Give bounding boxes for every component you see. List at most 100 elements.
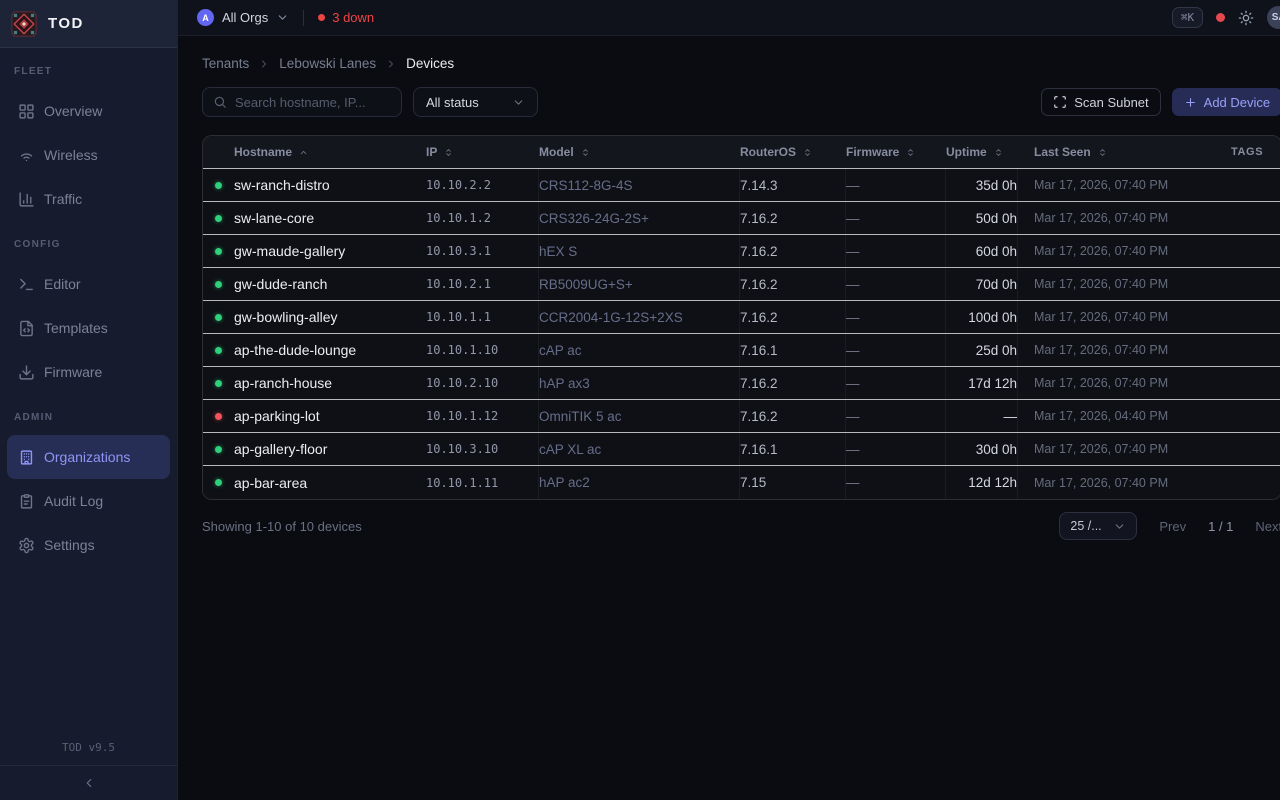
device-tags (1231, 334, 1280, 366)
app-logo-icon (11, 11, 37, 37)
status-dot (215, 446, 222, 453)
status-dot (215, 479, 222, 486)
next-page-button[interactable]: Next (1255, 519, 1280, 534)
sidebar-item-editor[interactable]: Editor (7, 262, 170, 306)
breadcrumb-current-page: Devices (406, 56, 454, 71)
device-model: CRS112-8G-4S (539, 169, 740, 201)
device-routeros: 7.14.3 (740, 169, 846, 201)
device-last-seen: Mar 17, 2026, 07:40 PM (1018, 268, 1231, 300)
column-firmware[interactable]: Firmware (846, 136, 946, 168)
breadcrumb: Tenants Lebowski Lanes Devices (202, 56, 1280, 71)
device-ip: 10.10.2.10 (426, 367, 539, 399)
org-selector[interactable]: A All Orgs (197, 9, 289, 26)
plus-icon (1184, 96, 1197, 109)
status-dot (215, 413, 222, 420)
device-firmware: — (846, 466, 946, 499)
results-summary: Showing 1-10 of 10 devices (202, 519, 362, 534)
down-alert: 3 down (318, 10, 374, 25)
sidebar-item-overview[interactable]: Overview (7, 89, 170, 133)
scan-icon (1053, 95, 1067, 109)
table-footer: Showing 1-10 of 10 devices 25 /... Prev … (202, 512, 1280, 540)
device-firmware: — (846, 268, 946, 300)
device-uptime: 12d 12h (946, 466, 1018, 499)
search-input[interactable] (235, 95, 391, 110)
device-routeros: 7.16.2 (740, 235, 846, 267)
sidebar-item-audit-log[interactable]: Audit Log (7, 479, 170, 523)
scan-subnet-label: Scan Subnet (1074, 95, 1148, 110)
table-row[interactable]: ap-ranch-house 10.10.2.10 hAP ax3 7.16.2… (203, 367, 1280, 400)
down-alert-label: 3 down (332, 10, 374, 25)
device-routeros: 7.15 (740, 466, 846, 499)
table-row[interactable]: gw-bowling-alley 10.10.1.1 CCR2004-1G-12… (203, 301, 1280, 334)
status-dot (215, 347, 222, 354)
column-routeros[interactable]: RouterOS (740, 136, 846, 168)
prev-page-button[interactable]: Prev (1159, 519, 1186, 534)
page-indicator: 1 / 1 (1208, 519, 1233, 534)
table-row[interactable]: gw-maude-gallery 10.10.3.1 hEX S 7.16.2 … (203, 235, 1280, 268)
column-ip[interactable]: IP (426, 136, 539, 168)
device-firmware: — (846, 235, 946, 267)
table-row[interactable]: ap-parking-lot 10.10.1.12 OmniTIK 5 ac 7… (203, 400, 1280, 433)
table-row[interactable]: sw-lane-core 10.10.1.2 CRS326-24G-2S+ 7.… (203, 202, 1280, 235)
device-tags (1231, 400, 1280, 432)
table-row[interactable]: ap-gallery-floor 10.10.3.10 cAP XL ac 7.… (203, 433, 1280, 466)
sidebar-item-traffic[interactable]: Traffic (7, 177, 170, 221)
device-model: OmniTIK 5 ac (539, 400, 740, 432)
nav-section-label-config: CONFIG (0, 239, 177, 250)
device-tags (1231, 433, 1280, 465)
table-row[interactable]: sw-ranch-distro 10.10.2.2 CRS112-8G-4S 7… (203, 169, 1280, 202)
table-row[interactable]: gw-dude-ranch 10.10.2.1 RB5009UG+S+ 7.16… (203, 268, 1280, 301)
wifi-icon (18, 147, 35, 164)
sort-both-icon (1097, 147, 1108, 158)
device-uptime: 25d 0h (946, 334, 1018, 366)
status-dot (215, 281, 222, 288)
sidebar-item-templates[interactable]: Templates (7, 306, 170, 350)
breadcrumb-tenant-name[interactable]: Lebowski Lanes (279, 56, 376, 71)
page-size-select[interactable]: 25 /... (1059, 512, 1137, 540)
add-device-button[interactable]: Add Device (1172, 88, 1280, 116)
device-model: cAP XL ac (539, 433, 740, 465)
device-last-seen: Mar 17, 2026, 07:40 PM (1018, 433, 1231, 465)
scan-subnet-button[interactable]: Scan Subnet (1041, 88, 1160, 116)
theme-toggle-button[interactable] (1238, 10, 1254, 26)
user-avatar[interactable]: SA (1267, 6, 1280, 29)
sort-both-icon (443, 147, 454, 158)
sidebar-item-firmware[interactable]: Firmware (7, 350, 170, 394)
column-hostname[interactable]: Hostname (234, 136, 426, 168)
sort-both-icon (580, 147, 591, 158)
sidebar-item-label: Audit Log (44, 493, 103, 509)
status-dot (215, 380, 222, 387)
sidebar-item-label: Overview (44, 103, 102, 119)
sidebar-item-organizations[interactable]: Organizations (7, 435, 170, 479)
sidebar-item-wireless[interactable]: Wireless (7, 133, 170, 177)
status-filter-select[interactable]: All status (413, 87, 538, 117)
sidebar-item-settings[interactable]: Settings (7, 523, 170, 567)
sidebar-collapse-button[interactable] (0, 765, 177, 800)
device-ip: 10.10.3.10 (426, 433, 539, 465)
org-avatar: A (197, 9, 214, 26)
brand[interactable]: TOD (0, 0, 177, 48)
device-hostname: ap-the-dude-lounge (234, 334, 426, 366)
device-ip: 10.10.2.2 (426, 169, 539, 201)
device-firmware: — (846, 367, 946, 399)
device-uptime: 35d 0h (946, 169, 1018, 201)
table-row[interactable]: ap-bar-area 10.10.1.11 hAP ac2 7.15 — 12… (203, 466, 1280, 499)
column-model[interactable]: Model (539, 136, 740, 168)
device-routeros: 7.16.2 (740, 268, 846, 300)
add-device-label: Add Device (1204, 95, 1270, 110)
building-icon (18, 449, 35, 466)
column-uptime[interactable]: Uptime (946, 136, 1018, 168)
breadcrumb-tenants[interactable]: Tenants (202, 56, 249, 71)
device-last-seen: Mar 17, 2026, 07:40 PM (1018, 235, 1231, 267)
table-row[interactable]: ap-the-dude-lounge 10.10.1.10 cAP ac 7.1… (203, 334, 1280, 367)
sidebar-item-label: Settings (44, 537, 95, 553)
command-palette-shortcut[interactable]: ⌘K (1172, 7, 1203, 28)
sidebar-item-label: Editor (44, 276, 81, 292)
device-model: cAP ac (539, 334, 740, 366)
device-routeros: 7.16.1 (740, 433, 846, 465)
device-model: hAP ac2 (539, 466, 740, 499)
column-last-seen[interactable]: Last Seen (1018, 136, 1231, 168)
device-last-seen: Mar 17, 2026, 07:40 PM (1018, 169, 1231, 201)
page-content: Tenants Lebowski Lanes Devices (178, 36, 1280, 540)
device-tags (1231, 202, 1280, 234)
